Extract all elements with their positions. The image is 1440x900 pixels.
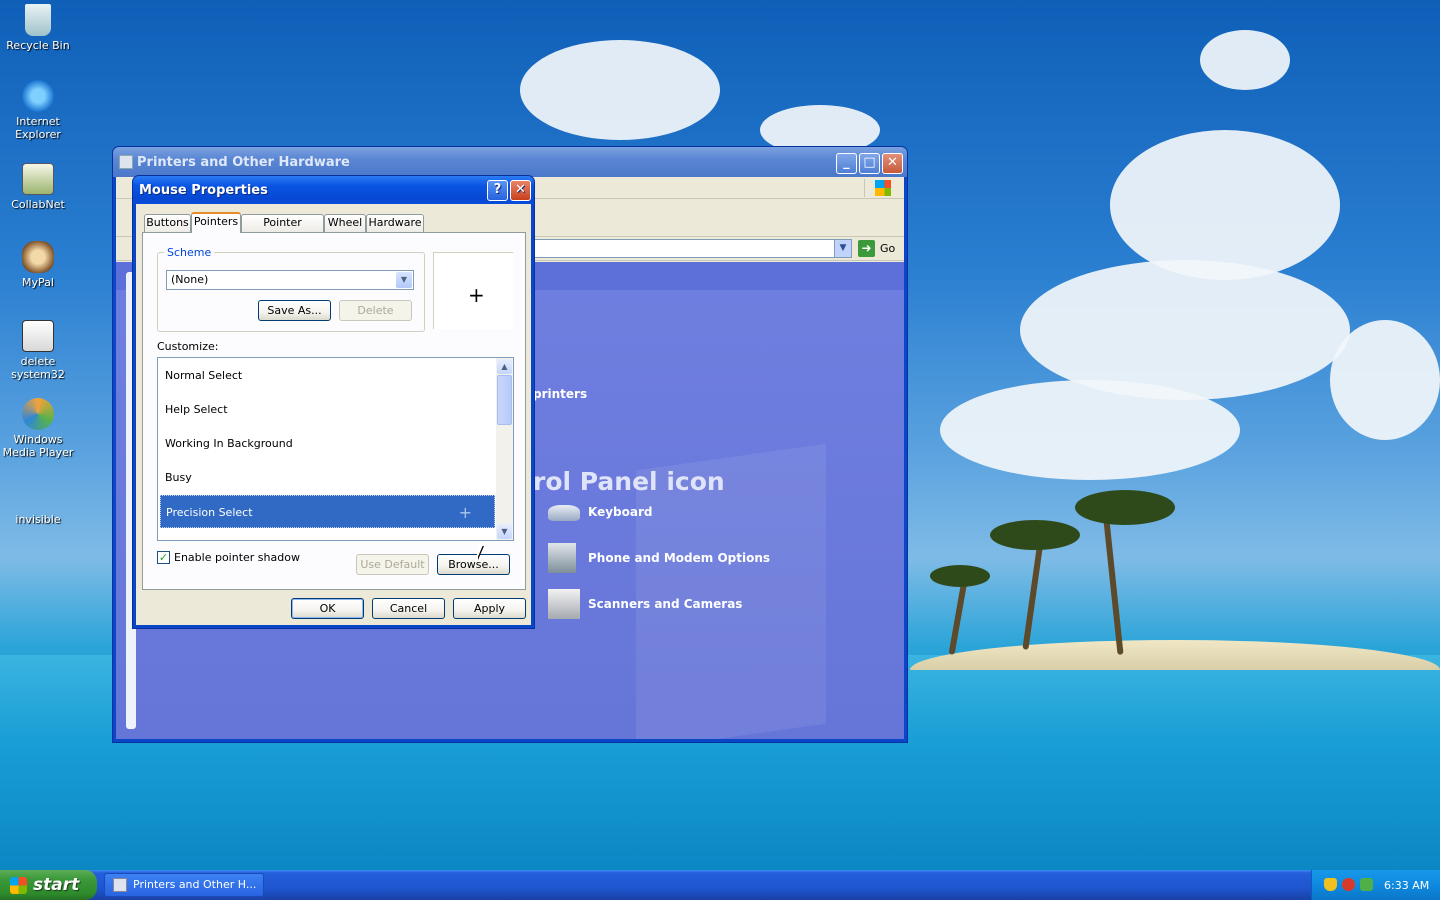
list-scrollbar[interactable]: ▲ ▼ [496, 358, 513, 540]
desktop-icon-label: CollabNet [11, 198, 65, 211]
keyboard-icon [548, 505, 580, 521]
scheme-legend: Scheme [164, 246, 215, 259]
minimize-button[interactable]: _ [836, 153, 857, 174]
control-panel-item-keyboard[interactable]: Keyboard [546, 495, 653, 529]
windows-logo-icon [864, 179, 900, 197]
tab-pointer-options[interactable]: Pointer Options [241, 214, 324, 245]
item-label: Keyboard [588, 505, 653, 519]
dialog-titlebar[interactable]: Mouse Properties ? ✕ [133, 176, 534, 204]
delete-button[interactable]: Delete [339, 300, 412, 321]
start-label: start [33, 875, 80, 895]
section-title: rol Panel icon [533, 467, 725, 496]
task-label: Printers and Other H... [133, 878, 257, 891]
list-item[interactable]: Help Select [160, 393, 495, 426]
mypal-icon [22, 241, 54, 273]
desktop-icon-mypal[interactable]: MyPal [0, 241, 76, 289]
scroll-up-icon[interactable]: ▲ [497, 359, 512, 374]
close-button[interactable]: ✕ [882, 153, 903, 174]
close-button[interactable]: ✕ [510, 180, 531, 201]
maximize-button[interactable]: □ [859, 153, 880, 174]
desktop-icon-internet-explorer[interactable]: Internet Explorer [0, 80, 76, 141]
list-item-label: Precision Select [166, 506, 253, 519]
explorer-title: Printers and Other Hardware [137, 155, 350, 170]
taskbar: start Printers and Other H... 6:33 AM [0, 870, 1440, 900]
desktop-icon-delete-system32[interactable]: delete system32 [0, 320, 76, 381]
chevron-down-icon[interactable]: ▼ [396, 272, 412, 288]
chevron-down-icon[interactable]: ▼ [834, 240, 851, 257]
printers-link[interactable]: printers [533, 387, 587, 401]
browse-button[interactable]: Browse... [437, 554, 510, 575]
list-item-selected[interactable]: Precision Select + [160, 495, 495, 528]
item-label: Phone and Modem Options [588, 551, 771, 565]
batch-file-icon [22, 320, 54, 352]
help-button[interactable]: ? [487, 180, 508, 201]
checkbox-label: Enable pointer shadow [174, 551, 300, 564]
scroll-down-icon[interactable]: ▼ [497, 524, 512, 539]
recycle-bin-icon [25, 4, 51, 36]
network-icon[interactable] [1360, 878, 1373, 891]
use-default-button[interactable]: Use Default [356, 554, 429, 575]
list-item[interactable]: Working In Background [160, 427, 495, 460]
taskbar-item-printers[interactable]: Printers and Other H... [104, 873, 264, 897]
tab-pointers[interactable]: Pointers [191, 212, 241, 233]
desktop-icon-windows-media-player[interactable]: Windows Media Player [0, 398, 76, 459]
list-item[interactable]: Normal Select [160, 359, 495, 392]
system-tray: 6:33 AM [1311, 870, 1440, 900]
pointers-tab-page: Scheme (None) ▼ Save As... Delete + Cust… [142, 232, 526, 590]
cursor-list[interactable]: Normal Select Help Select Working In Bac… [157, 357, 514, 541]
tab-wheel[interactable]: Wheel [324, 214, 366, 232]
desktop-icon-label: Recycle Bin [6, 39, 70, 52]
ok-button[interactable]: OK [291, 598, 364, 619]
tab-hardware[interactable]: Hardware [366, 214, 424, 232]
scheme-value: (None) [171, 273, 209, 286]
security-shield-icon[interactable] [1324, 878, 1337, 891]
clock: 6:33 AM [1384, 879, 1430, 892]
collabnet-icon [22, 163, 54, 195]
control-panel-icon [119, 155, 133, 169]
desktop-icon-label: MyPal [22, 276, 54, 289]
apply-button[interactable]: Apply [453, 598, 526, 619]
tab-buttons[interactable]: Buttons [144, 214, 191, 232]
control-panel-item-phone-modem[interactable]: Phone and Modem Options [546, 541, 770, 575]
scheme-group: Scheme (None) ▼ Save As... Delete [157, 246, 425, 332]
scheme-select[interactable]: (None) ▼ [166, 270, 414, 290]
mouse-cursor-icon [477, 545, 483, 559]
desktop-icon-label: invisible [15, 513, 61, 526]
go-button[interactable]: ➜ Go [856, 239, 895, 258]
customize-label: Customize: [157, 340, 219, 353]
crosshair-icon: + [458, 503, 472, 522]
control-panel-item-scanners-cameras[interactable]: Scanners and Cameras [546, 587, 742, 621]
dialog-title: Mouse Properties [139, 183, 268, 198]
cursor-preview: + [433, 252, 513, 329]
desktop-icon-label: delete system32 [11, 355, 65, 381]
windows-flag-icon [10, 877, 27, 894]
go-arrow-icon: ➜ [858, 240, 875, 257]
control-panel-icon [113, 878, 127, 892]
desktop-icon-label: Windows Media Player [2, 433, 74, 459]
invisible-icon [22, 478, 54, 510]
save-as-button[interactable]: Save As... [258, 300, 331, 321]
precision-cursor-icon: + [468, 283, 485, 307]
phone-modem-icon [548, 543, 576, 573]
desktop-icon-invisible[interactable]: invisible [0, 478, 76, 526]
cancel-button[interactable]: Cancel [372, 598, 445, 619]
alert-shield-icon[interactable] [1342, 878, 1355, 891]
item-label: Scanners and Cameras [588, 597, 743, 611]
go-label: Go [880, 242, 896, 255]
dialog-body: Buttons Pointers Pointer Options Wheel H… [136, 204, 531, 625]
scanner-camera-icon [548, 589, 580, 619]
desktop-icon-recycle-bin[interactable]: Recycle Bin [0, 4, 76, 52]
scroll-thumb[interactable] [497, 375, 512, 425]
internet-explorer-icon [22, 80, 54, 112]
explorer-titlebar[interactable]: Printers and Other Hardware _ □ ✕ [113, 147, 907, 177]
checkmark-icon[interactable]: ✓ [157, 551, 170, 564]
start-button[interactable]: start [0, 870, 97, 900]
mouse-properties-dialog[interactable]: Mouse Properties ? ✕ Buttons Pointers Po… [132, 175, 535, 629]
island [910, 640, 1440, 670]
list-item[interactable]: Busy [160, 461, 495, 494]
enable-pointer-shadow-checkbox[interactable]: ✓ Enable pointer shadow [157, 551, 300, 564]
desktop-icon-collabnet[interactable]: CollabNet [0, 163, 76, 211]
desktop-icon-label: Internet Explorer [15, 115, 61, 141]
media-player-icon [22, 398, 54, 430]
